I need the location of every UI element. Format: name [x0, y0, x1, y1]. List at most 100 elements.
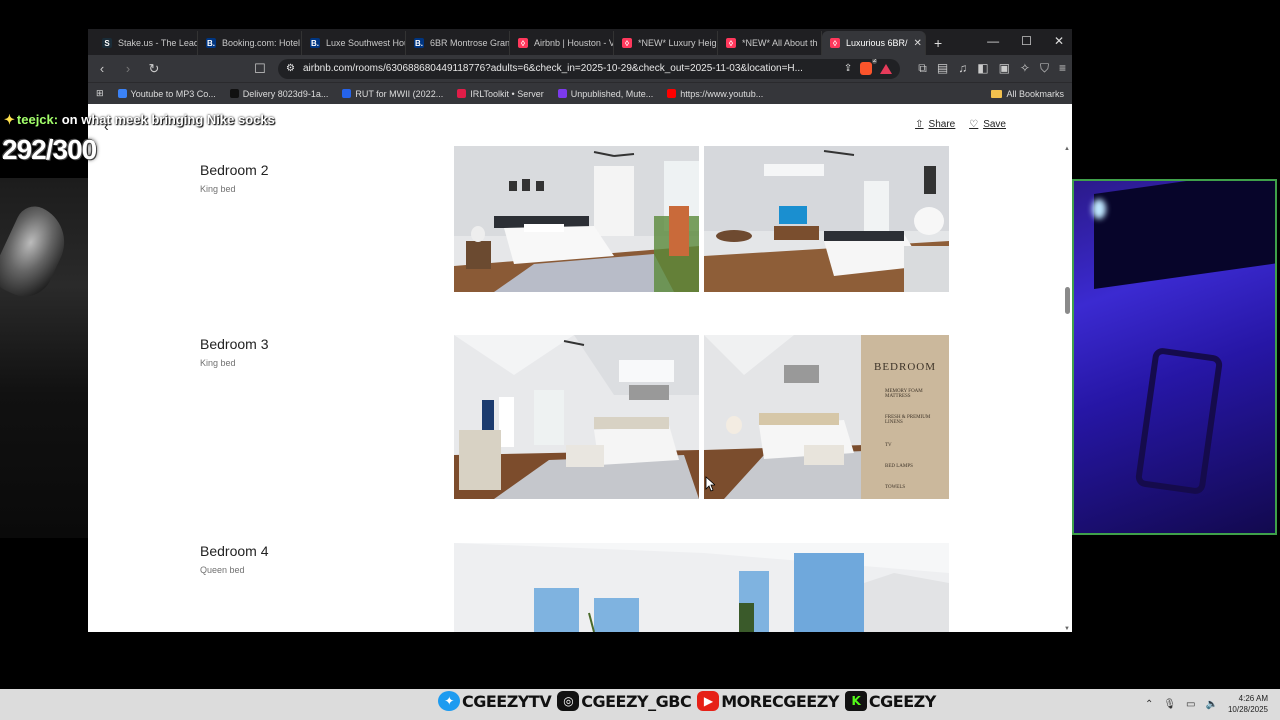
airbnb-icon: ◊ — [518, 38, 528, 48]
tab-booking-1[interactable]: B. Booking.com: Hotel — [198, 31, 302, 55]
left-webcam-feed — [0, 178, 88, 538]
sidebar-icon[interactable]: ◧ — [977, 61, 988, 76]
menu-icon[interactable]: ≡ — [1059, 61, 1066, 76]
tab-label: Luxurious 6BR/ — [846, 38, 908, 48]
airbnb-photo-tour: ‹ ⇧ Share ♡ Save Bedroom 2 King bed Bedr… — [88, 106, 1072, 632]
bookmark-favicon — [342, 89, 352, 98]
reload-icon[interactable]: ↻ — [146, 61, 162, 77]
all-bookmarks-button[interactable]: All Bookmarks — [991, 89, 1064, 99]
tab-label: 6BR Montrose Gran — [430, 38, 510, 48]
bedroom-4-photo-1[interactable] — [454, 543, 949, 632]
share-icon: ⇧ — [915, 119, 924, 130]
chair-silhouette — [1134, 346, 1224, 496]
bookmark-label: Delivery 8023d9-1a... — [242, 88, 329, 99]
leo-ai-icon[interactable]: ✧ — [1020, 61, 1030, 76]
bookmark-favicon — [557, 89, 567, 98]
extension-puzzle-icon[interactable]: ⧉ — [918, 61, 927, 76]
amenities-title: BEDROOM — [873, 361, 936, 373]
extension-icons: ⧉ ▤ ♫ ◧ ▣ ✧ ⛉ ≡ — [918, 61, 1066, 76]
save-label: Save — [983, 119, 1006, 130]
heart-icon: ♡ — [969, 119, 979, 130]
share-page-icon[interactable]: ⇪ — [844, 63, 852, 74]
right-webcam-feed — [1072, 179, 1277, 535]
scroll-up-icon[interactable]: ▲ — [1064, 146, 1070, 152]
folder-icon — [991, 89, 1003, 98]
address-bar[interactable]: ⚙ airbnb.com/rooms/630688680449118776?ad… — [278, 58, 901, 79]
bookmark-item[interactable]: RUT for MWII (2022... — [342, 89, 443, 99]
mouse-cursor-icon — [705, 476, 715, 492]
music-icon[interactable]: ♫ — [958, 61, 967, 76]
social-instagram: ◎ CGEEZY_GBC — [557, 691, 692, 711]
site-info-icon[interactable]: ⚙ — [286, 63, 295, 74]
star-icon: ✦ — [4, 112, 15, 127]
bookmark-item[interactable]: IRLToolkit • Server — [457, 89, 544, 99]
tray-chevron-icon[interactable]: ⌃ — [1145, 699, 1153, 710]
tab-airbnb-1[interactable]: ◊ Airbnb | Houston - V — [510, 31, 614, 55]
tab-airbnb-3[interactable]: ◊ *NEW* All About th — [718, 31, 822, 55]
tab-airbnb-active[interactable]: ◊ Luxurious 6BR/ ✕ — [822, 31, 926, 55]
room-name: Bedroom 3 — [200, 336, 269, 352]
amenity-item: TOWELS — [885, 485, 906, 490]
tab-booking-2[interactable]: B. Luxe Southwest Hou — [302, 31, 406, 55]
all-bookmarks-label: All Bookmarks — [1006, 88, 1064, 99]
bookmark-item[interactable]: Delivery 8023d9-1a... — [229, 88, 329, 99]
back-icon[interactable]: ‹ — [94, 61, 110, 76]
tab-label: Stake.us - The Leadi — [118, 38, 198, 48]
bookmark-icon[interactable]: ☐ — [252, 61, 268, 77]
wallet-icon[interactable]: ▣ — [999, 61, 1010, 76]
microphone-icon[interactable]: 🎙 — [1163, 699, 1176, 710]
forward-icon[interactable]: › — [120, 61, 136, 76]
vpn-icon[interactable]: ⛉ — [1040, 61, 1049, 76]
social-handles: ✦ CGEEZYTV ◎ CGEEZY_GBC ▶ MORECGEEZY K CGEEZ… — [438, 691, 936, 711]
bookmark-item[interactable]: Unpublished, Mute... — [557, 89, 653, 99]
bookmark-label: Youtube to MP3 Co... — [130, 88, 216, 99]
booking-icon: B. — [310, 38, 320, 48]
tab-stake[interactable]: S Stake.us - The Leadi — [94, 31, 198, 55]
share-button[interactable]: ⇧ Share — [915, 119, 955, 130]
reader-icon[interactable]: ▤ — [937, 61, 948, 76]
room-name: Bedroom 4 — [200, 543, 269, 559]
amenities-overlay: BEDROOM MEMORY FOAM MATTRESS FRESH & PRE… — [861, 335, 949, 499]
amenity-item: FRESH & PREMIUM LINENS — [885, 415, 931, 425]
tab-booking-3[interactable]: B. 6BR Montrose Gran — [406, 31, 510, 55]
save-button[interactable]: ♡ Save — [969, 119, 1006, 130]
bedroom-3-photo-2-amenities[interactable]: BEDROOM MEMORY FOAM MATTRESS FRESH & PRE… — [704, 335, 949, 499]
tab-strip: S Stake.us - The Leadi B. Booking.com: Hot… — [88, 29, 1072, 55]
airbnb-icon: ◊ — [726, 38, 736, 48]
instagram-icon: ◎ — [557, 691, 580, 711]
tab-label: Luxe Southwest Hou — [326, 38, 406, 48]
bookmark-label: https://www.youtub... — [680, 88, 764, 99]
stake-icon: S — [102, 38, 112, 48]
bookmark-favicon — [667, 89, 677, 98]
maximize-icon[interactable]: ☐ — [1021, 34, 1032, 48]
new-tab-button[interactable]: + — [926, 31, 950, 55]
bedroom-2-photo-1[interactable] — [454, 146, 699, 292]
bookmark-item[interactable]: Youtube to MP3 Co... — [117, 88, 216, 99]
shield-badge: 2 — [871, 58, 878, 64]
amenity-item: BED LAMPS — [885, 464, 913, 469]
volume-icon[interactable]: 🔈 — [1206, 699, 1218, 710]
tab-label: Booking.com: Hotel — [222, 38, 301, 48]
close-window-icon[interactable]: ✕ — [1054, 34, 1064, 48]
tab-airbnb-2[interactable]: ◊ *NEW* Luxury Heig — [614, 31, 718, 55]
room-bed-type: King bed — [200, 358, 236, 368]
close-tab-icon[interactable]: ✕ — [914, 38, 922, 49]
apps-grid-icon[interactable]: ⊞ — [96, 88, 104, 99]
minimize-icon[interactable]: — — [987, 34, 999, 48]
scroll-down-icon[interactable]: ▼ — [1064, 626, 1070, 632]
bedroom-3-photo-1[interactable] — [454, 335, 699, 499]
social-handle: CGEEZY — [868, 691, 936, 711]
network-icon[interactable]: ▭ — [1186, 699, 1195, 710]
bookmarks-bar: ⊞ Youtube to MP3 Co... Delivery 8023d9-1… — [88, 82, 1072, 104]
share-label: Share — [928, 119, 956, 130]
tab-label: *NEW* Luxury Heig — [638, 38, 717, 48]
bookmark-favicon — [457, 89, 467, 98]
system-clock[interactable]: 4:26 AM 10/28/2025 — [1228, 693, 1268, 715]
bedroom-2-photo-2[interactable] — [704, 146, 949, 292]
room-name: Bedroom 2 — [200, 162, 269, 178]
brave-shield-icon[interactable]: 2 — [860, 58, 878, 75]
scrollbar-thumb[interactable] — [1065, 287, 1070, 314]
brave-rewards-icon[interactable] — [880, 63, 893, 74]
bookmark-item[interactable]: https://www.youtub... — [667, 89, 763, 99]
page-scrollbar[interactable]: ▲ ▼ — [1062, 146, 1072, 632]
